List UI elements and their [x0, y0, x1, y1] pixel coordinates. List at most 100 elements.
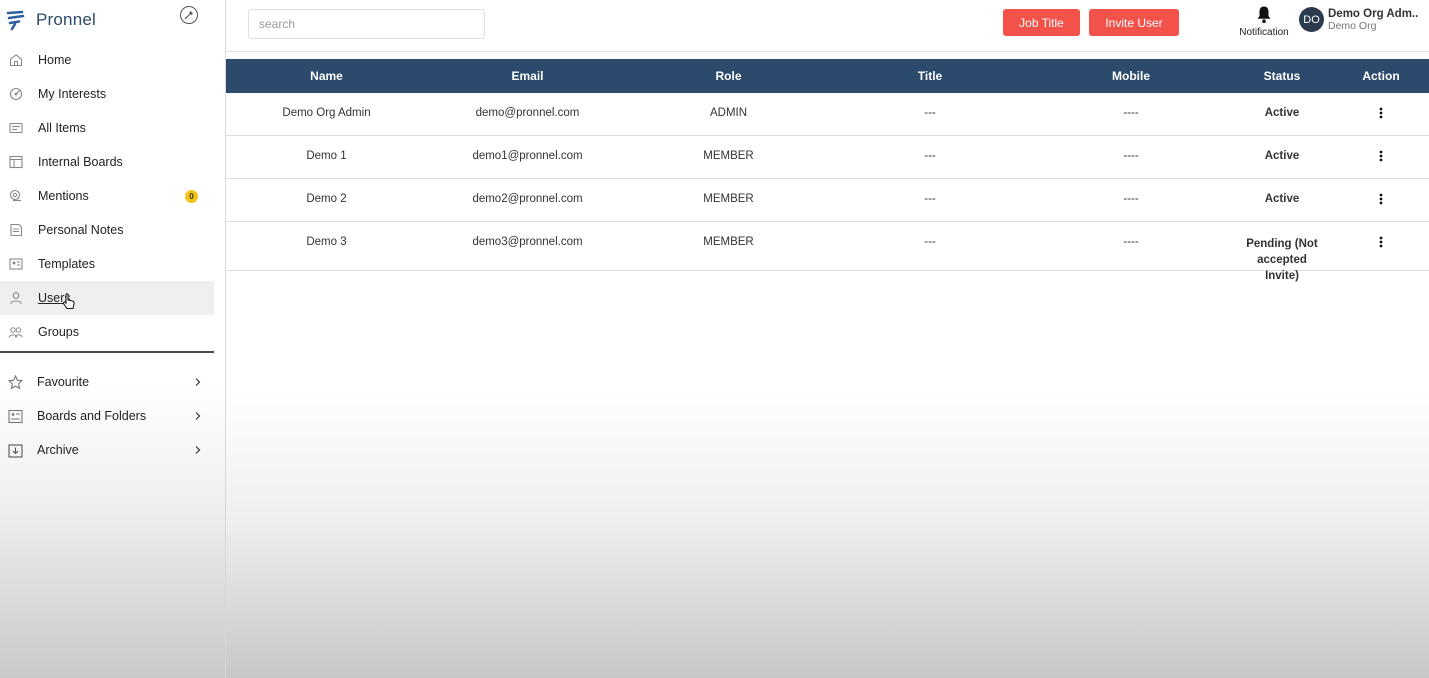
cell-title: ---	[924, 107, 936, 119]
more-vertical-icon	[1375, 107, 1387, 122]
sidebar-item-internal-boards[interactable]: Internal Boards	[0, 145, 214, 179]
sidebar-section-archive[interactable]: Archive	[0, 433, 214, 467]
home-icon	[8, 53, 23, 68]
pointer-cursor-icon	[62, 293, 76, 315]
cell-status: Active	[1264, 150, 1300, 162]
more-vertical-icon	[1375, 150, 1387, 165]
sidebar-item-templates[interactable]: Templates	[0, 247, 214, 281]
table-row[interactable]: Demo 2 demo2@pronnel.com MEMBER --- ----…	[226, 179, 1429, 222]
sidebar-section-label: Archive	[37, 443, 79, 457]
cell-email: demo3@pronnel.com	[472, 236, 583, 248]
user-org: Demo Org	[1328, 19, 1377, 32]
more-vertical-icon	[1375, 193, 1387, 208]
chevron-right-icon	[194, 444, 202, 458]
row-actions-button[interactable]	[1333, 150, 1429, 165]
table-row[interactable]: Demo 1 demo1@pronnel.com MEMBER --- ----…	[226, 136, 1429, 179]
cell-mobile: ----	[1123, 236, 1139, 248]
interests-icon	[8, 87, 23, 102]
all-items-icon	[8, 121, 23, 136]
app-root: Pronnel Home My Interests All Items Inte…	[0, 0, 1429, 678]
sidebar-item-all-items[interactable]: All Items	[0, 111, 214, 145]
cell-mobile: ----	[1123, 107, 1139, 119]
star-icon	[7, 374, 23, 390]
cell-name: Demo Org Admin	[282, 107, 371, 119]
sidebar-item-label: All Items	[38, 121, 86, 135]
sidebar-item-personal-notes[interactable]: Personal Notes	[0, 213, 214, 247]
sidebar-section-boards-and-folders[interactable]: Boards and Folders	[0, 399, 214, 433]
pin-sidebar-icon[interactable]	[180, 6, 198, 24]
cell-title: ---	[924, 150, 936, 162]
row-actions-button[interactable]	[1333, 107, 1429, 122]
chevron-right-icon	[194, 410, 202, 424]
sidebar-section-favourite[interactable]: Favourite	[0, 365, 214, 399]
table-row[interactable]: Demo Org Admin demo@pronnel.com ADMIN --…	[226, 93, 1429, 136]
sidebar-item-users[interactable]: Users	[0, 281, 214, 315]
templates-icon	[8, 257, 23, 272]
user-info: Demo Org Adm.. Demo Org	[1328, 8, 1418, 32]
column-header-email[interactable]: Email	[427, 69, 628, 83]
top-bar: Job Title Invite User Notification DO De…	[226, 0, 1429, 52]
row-actions-button[interactable]	[1333, 193, 1429, 208]
sidebar-item-label: Groups	[38, 325, 79, 339]
sidebar-section-label: Boards and Folders	[37, 409, 147, 423]
column-header-title[interactable]: Title	[829, 69, 1031, 83]
column-header-status[interactable]: Status	[1231, 69, 1333, 83]
sidebar-item-label: Templates	[38, 257, 95, 271]
notification-button[interactable]: Notification	[1234, 5, 1294, 38]
cell-status: Active	[1264, 193, 1300, 205]
cell-email: demo1@pronnel.com	[472, 150, 583, 162]
groups-icon	[8, 325, 23, 340]
mentions-count-badge: 0	[185, 190, 198, 203]
column-header-role[interactable]: Role	[628, 69, 829, 83]
user-name: Demo Org Adm..	[1328, 7, 1419, 20]
invite-user-button[interactable]: Invite User	[1089, 9, 1179, 36]
cell-email: demo@pronnel.com	[475, 107, 580, 119]
cell-title: ---	[924, 193, 936, 205]
pronnel-logo-icon	[6, 9, 26, 31]
notes-icon	[8, 223, 23, 238]
boards-folders-icon	[7, 408, 23, 424]
cell-role: ADMIN	[709, 107, 748, 119]
sidebar-item-label: Internal Boards	[38, 155, 123, 169]
cell-status: Pending (Not accepted Invite)	[1246, 238, 1318, 282]
bell-icon	[1234, 5, 1294, 25]
cell-title: ---	[924, 236, 936, 248]
sidebar-nav: Home My Interests All Items Internal Boa…	[0, 43, 225, 349]
sidebar-item-groups[interactable]: Groups	[0, 315, 214, 349]
sidebar-item-label: Home	[38, 53, 72, 67]
sidebar-item-label: My Interests	[38, 87, 107, 101]
column-header-name[interactable]: Name	[226, 69, 427, 83]
brand: Pronnel	[0, 0, 225, 40]
main-content: Job Title Invite User Notification DO De…	[226, 0, 1429, 678]
cell-status: Active	[1264, 107, 1300, 119]
user-icon	[8, 291, 23, 306]
avatar: DO	[1299, 7, 1324, 32]
cell-role: MEMBER	[703, 236, 754, 248]
notification-label: Notification	[1239, 27, 1289, 38]
table-row[interactable]: Demo 3 demo3@pronnel.com MEMBER --- ----…	[226, 222, 1429, 282]
user-menu[interactable]: DO Demo Org Adm.. Demo Org	[1299, 7, 1418, 32]
job-title-button[interactable]: Job Title	[1003, 9, 1080, 36]
column-header-mobile[interactable]: Mobile	[1031, 69, 1231, 83]
sidebar-divider	[0, 351, 214, 353]
cell-role: MEMBER	[703, 150, 754, 162]
cell-name: Demo 1	[306, 150, 347, 162]
table-header: Name Email Role Title Mobile Status Acti…	[226, 59, 1429, 93]
cell-email: demo2@pronnel.com	[472, 193, 583, 205]
cell-mobile: ----	[1123, 150, 1139, 162]
sidebar-item-my-interests[interactable]: My Interests	[0, 77, 214, 111]
sidebar-item-label: Personal Notes	[38, 223, 124, 237]
search-input[interactable]	[248, 9, 485, 39]
sidebar: Pronnel Home My Interests All Items Inte…	[0, 0, 226, 678]
sidebar-item-mentions[interactable]: Mentions 0	[0, 179, 214, 213]
cell-name: Demo 2	[306, 193, 347, 205]
sidebar-item-home[interactable]: Home	[0, 43, 214, 77]
cell-role: MEMBER	[703, 193, 754, 205]
cell-mobile: ----	[1123, 193, 1139, 205]
column-header-action: Action	[1362, 69, 1400, 83]
more-vertical-icon	[1375, 236, 1387, 251]
archive-icon	[7, 442, 23, 458]
cell-name: Demo 3	[306, 236, 347, 248]
row-actions-button[interactable]	[1333, 236, 1429, 251]
sidebar-section-label: Favourite	[37, 375, 90, 389]
